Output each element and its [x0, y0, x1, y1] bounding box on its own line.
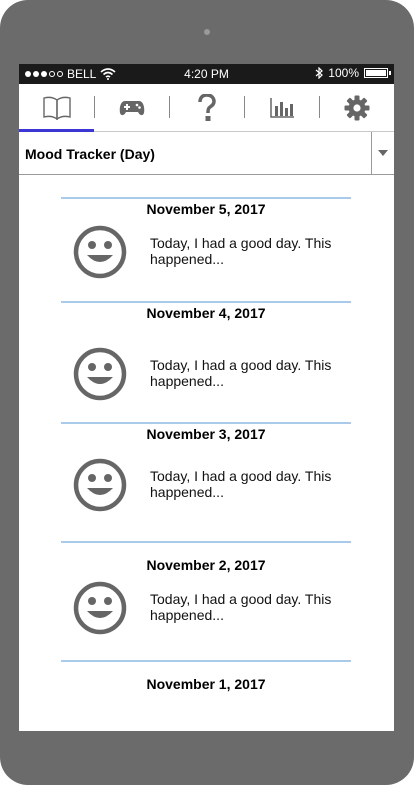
entry-date: November 2, 2017 [146, 557, 266, 573]
mood-entry[interactable]: November 1, 2017 [61, 660, 351, 731]
tab-games[interactable] [94, 84, 169, 131]
gear-icon [344, 95, 369, 120]
entry-summary: Today, I had a good day. This happened..… [150, 468, 332, 500]
mood-entry[interactable]: November 2, 2017 Today, I had a good day… [61, 541, 351, 648]
entry-summary: Today, I had a good day. This happened..… [150, 591, 332, 623]
bluetooth-icon [315, 67, 324, 79]
smiley-face-icon [73, 225, 127, 279]
mood-entry[interactable]: November 3, 2017 Today, I had a good day… [61, 422, 351, 529]
tab-help[interactable] [169, 84, 244, 131]
phone-frame: BELL 4:20 PM 100% Mood Tracker (Day) Nov… [0, 0, 414, 785]
tab-journal[interactable] [19, 84, 94, 132]
view-selector[interactable]: Mood Tracker (Day) [19, 132, 394, 175]
phone-screen: BELL 4:20 PM 100% Mood Tracker (Day) Nov… [19, 64, 394, 731]
entry-summary: Today, I had a good day. This happened..… [150, 357, 332, 389]
mood-entry[interactable]: November 4, 2017 Today, I had a good day… [61, 301, 351, 408]
tab-settings[interactable] [319, 84, 394, 131]
bar-chart-icon [269, 97, 294, 118]
smiley-face-icon [73, 347, 127, 401]
tab-statistics[interactable] [244, 84, 319, 131]
status-right: 100% [315, 66, 391, 80]
entry-date: November 3, 2017 [146, 426, 266, 442]
tab-bar [19, 84, 394, 132]
smiley-face-icon [73, 581, 127, 635]
front-camera [204, 29, 210, 35]
view-selector-value: Mood Tracker (Day) [25, 146, 155, 162]
mood-entry[interactable]: November 5, 2017 Today, I had a good day… [61, 197, 351, 304]
gamepad-icon [119, 100, 144, 115]
entry-date: November 1, 2017 [146, 676, 266, 692]
book-icon [42, 96, 71, 120]
battery-percent: 100% [328, 66, 359, 80]
battery-icon [364, 68, 391, 78]
entry-date: November 5, 2017 [146, 201, 266, 217]
smiley-face-icon [73, 458, 127, 512]
question-icon [197, 93, 216, 121]
entry-date: November 4, 2017 [146, 305, 266, 321]
chevron-down-icon[interactable] [371, 132, 394, 174]
status-bar: BELL 4:20 PM 100% [19, 64, 394, 84]
entry-summary: Today, I had a good day. This happened..… [150, 235, 332, 267]
